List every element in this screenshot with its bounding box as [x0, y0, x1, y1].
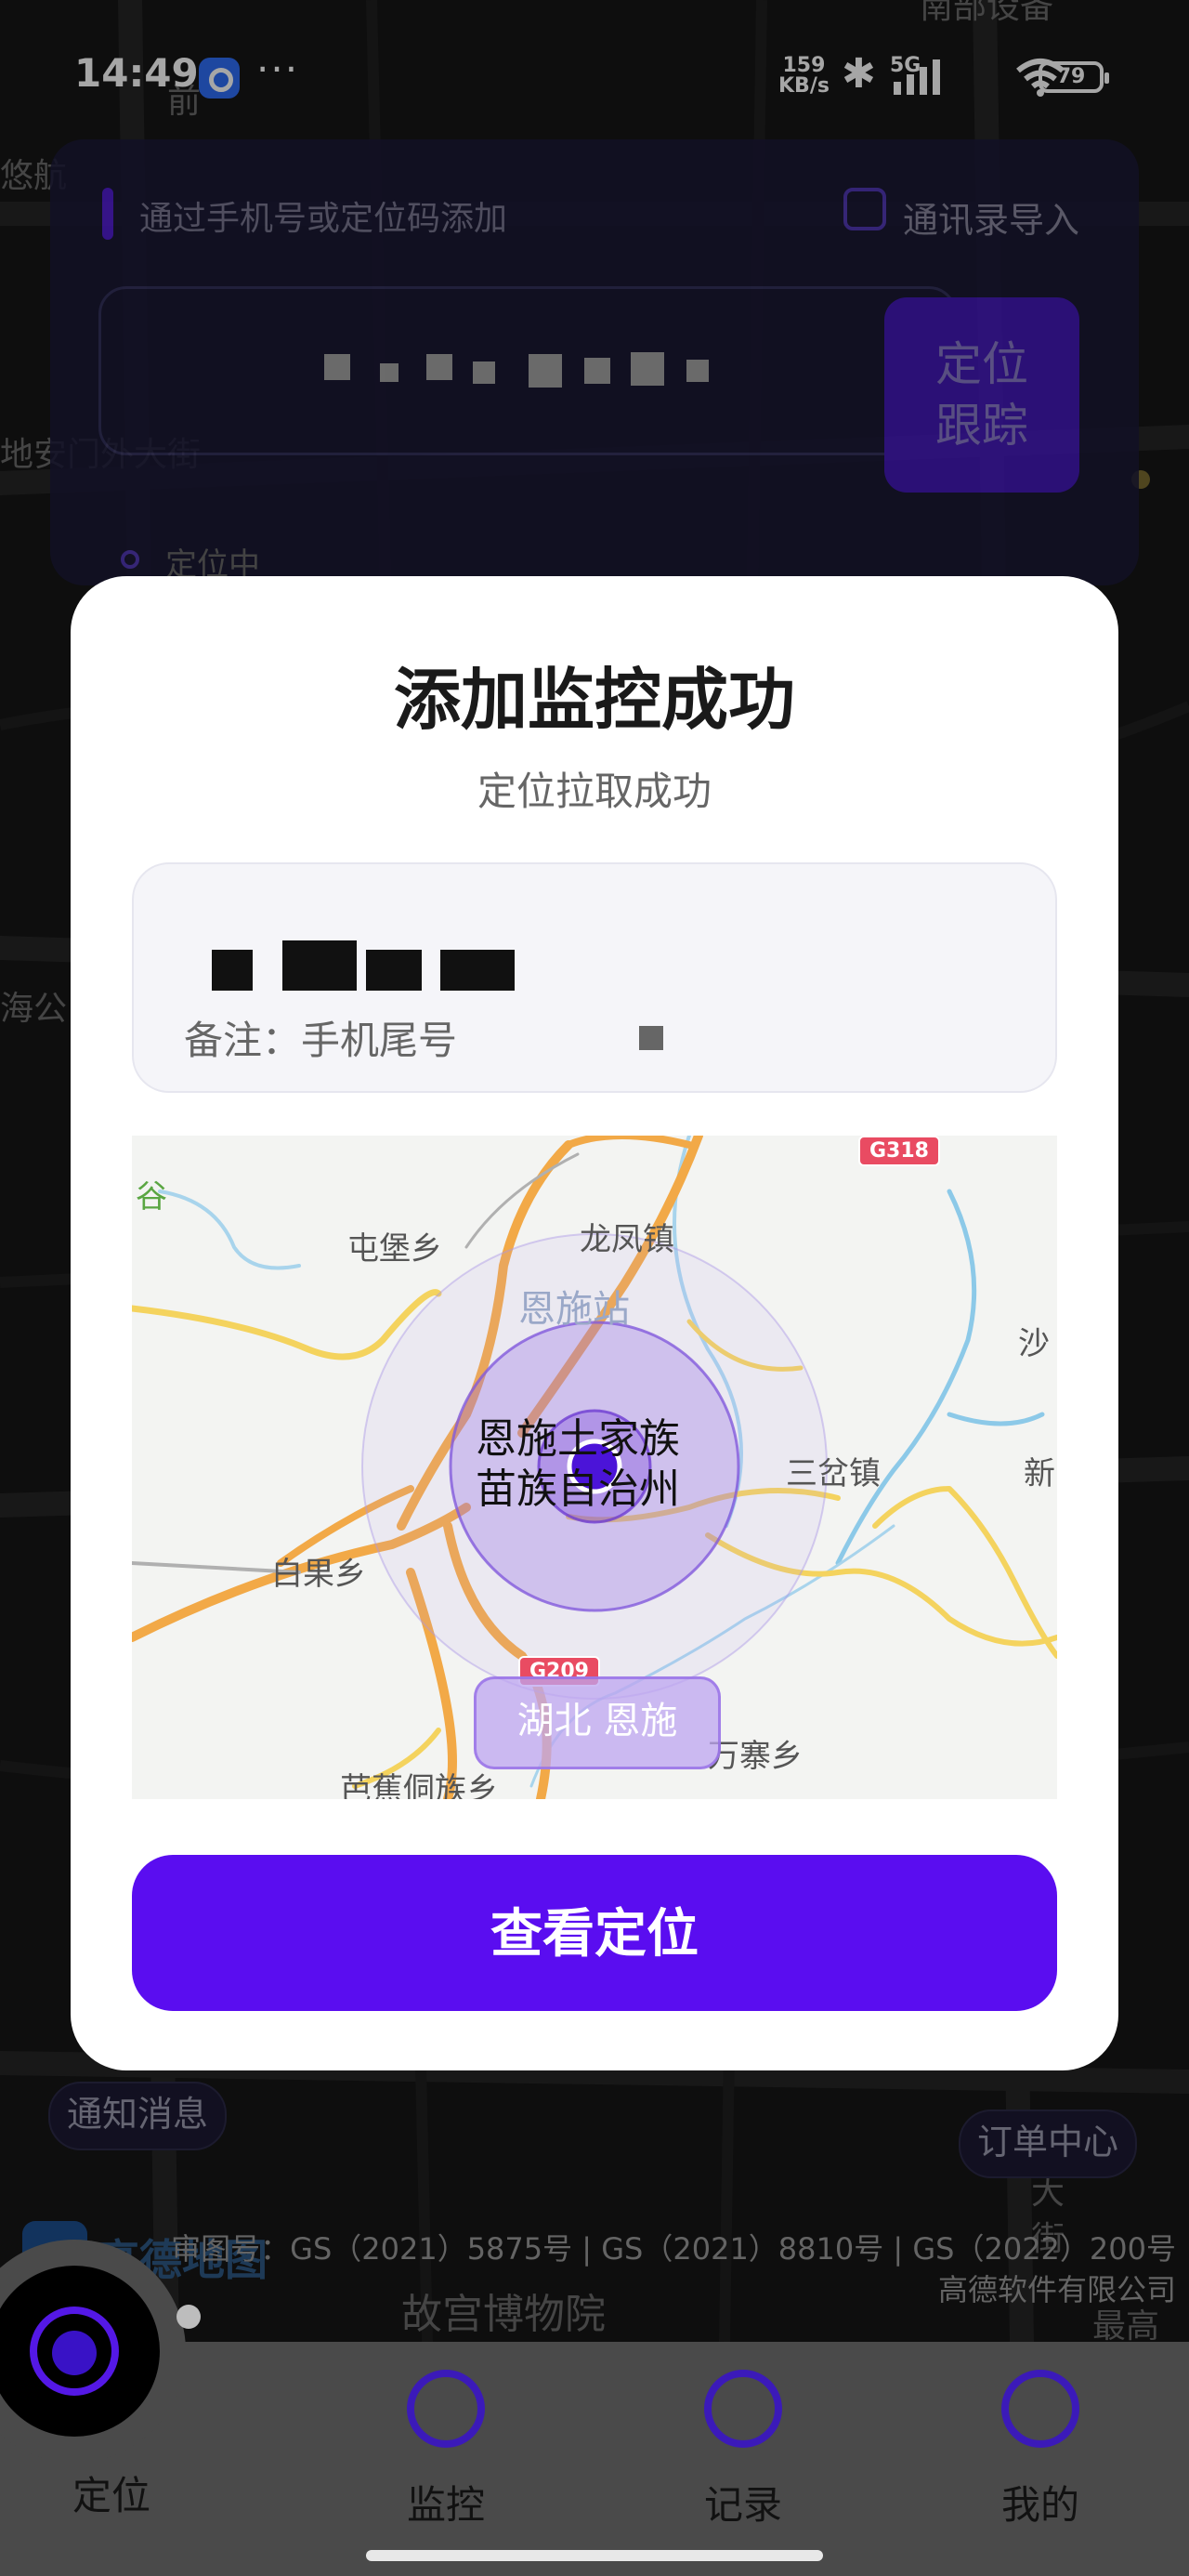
record-icon [704, 2370, 782, 2448]
map-label: 龙凤镇 [580, 1221, 674, 1258]
indicator-dot [176, 2305, 201, 2329]
contact-card: 备注：手机尾号 [132, 862, 1057, 1093]
nav-label-monitor: 监控 [406, 2482, 485, 2528]
nav-label-records: 记录 [703, 2482, 782, 2528]
gesture-handle[interactable] [366, 2550, 823, 2561]
map-label: 新 [1024, 1455, 1055, 1492]
monitor-icon [407, 2370, 485, 2448]
map-place-badge: 湖北 恩施 [474, 1676, 721, 1769]
nav-item-monitor[interactable]: 监控 [353, 2342, 539, 2565]
view-location-button[interactable]: 查看定位 [132, 1855, 1057, 2011]
map-label: 芭蕉侗族乡 [340, 1771, 498, 1799]
nav-label-locate: 定位 [72, 2473, 150, 2518]
contact-note: 备注：手机尾号 [184, 1018, 458, 1063]
redacted-name [366, 950, 422, 991]
map-label: 屯堡乡 [347, 1230, 442, 1268]
location-map[interactable]: 谷 屯堡乡 龙凤镇 三岔镇 白果乡 万寨乡 芭蕉侗族乡 沙 新 恩施站 恩施土家… [132, 1136, 1057, 1799]
nav-label-profile: 我的 [1000, 2482, 1079, 2528]
profile-icon [1001, 2370, 1079, 2448]
redacted-name [440, 950, 515, 991]
road-sign-g318: G318 [858, 1136, 940, 1166]
map-label: 白果乡 [271, 1556, 366, 1593]
map-prefecture-line2: 苗族自治州 [476, 1465, 680, 1513]
redacted-name [212, 950, 253, 991]
dialog-title: 添加监控成功 [393, 661, 795, 739]
map-label: 万寨乡 [708, 1738, 803, 1775]
map-label: 三岔镇 [786, 1455, 881, 1492]
redacted-note [639, 1026, 663, 1050]
map-label: 谷 [136, 1178, 167, 1216]
map-prefecture-line1: 恩施土家族 [476, 1415, 680, 1463]
success-dialog: 添加监控成功 定位拉取成功 备注：手机尾号 谷 屯堡乡 龙凤镇 三岔镇 白果乡 … [71, 576, 1118, 2070]
map-label: 沙 [1018, 1325, 1050, 1362]
redacted-name [282, 940, 357, 991]
location-icon [30, 2307, 119, 2396]
dialog-subtitle: 定位拉取成功 [477, 769, 712, 814]
nav-item-records[interactable]: 记录 [650, 2342, 836, 2565]
map-station-label: 恩施站 [518, 1288, 630, 1331]
nav-item-locate[interactable]: 定位 [0, 2240, 242, 2565]
map-prefecture-label: 恩施土家族 苗族自治州 [476, 1414, 680, 1515]
bottom-navigation: 定位 监控 记录 我的 [0, 2240, 1189, 2576]
nav-item-profile[interactable]: 我的 [947, 2342, 1133, 2565]
